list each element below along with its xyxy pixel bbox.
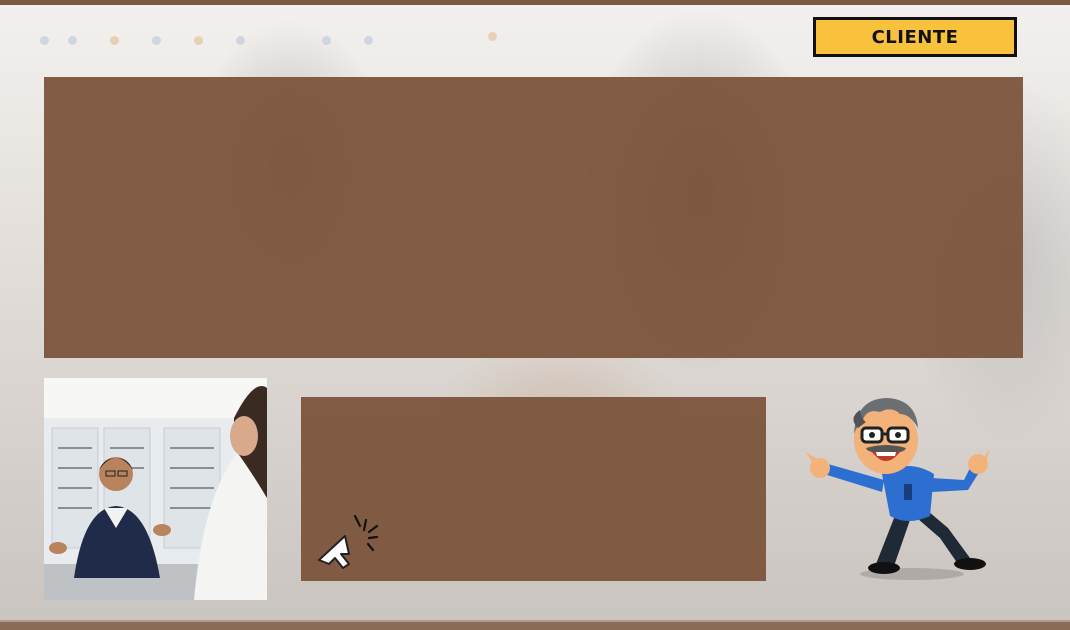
top-accent-bar: [0, 0, 1070, 5]
client-role-tag: CLIENTE: [813, 17, 1017, 57]
customer-photo: [44, 378, 267, 600]
click-cursor-icon: [311, 510, 383, 572]
decorative-dots: [30, 30, 550, 50]
optician-mascot: [800, 388, 992, 583]
main-content-panel: [44, 77, 1023, 358]
bottom-accent-bar: [0, 620, 1070, 630]
